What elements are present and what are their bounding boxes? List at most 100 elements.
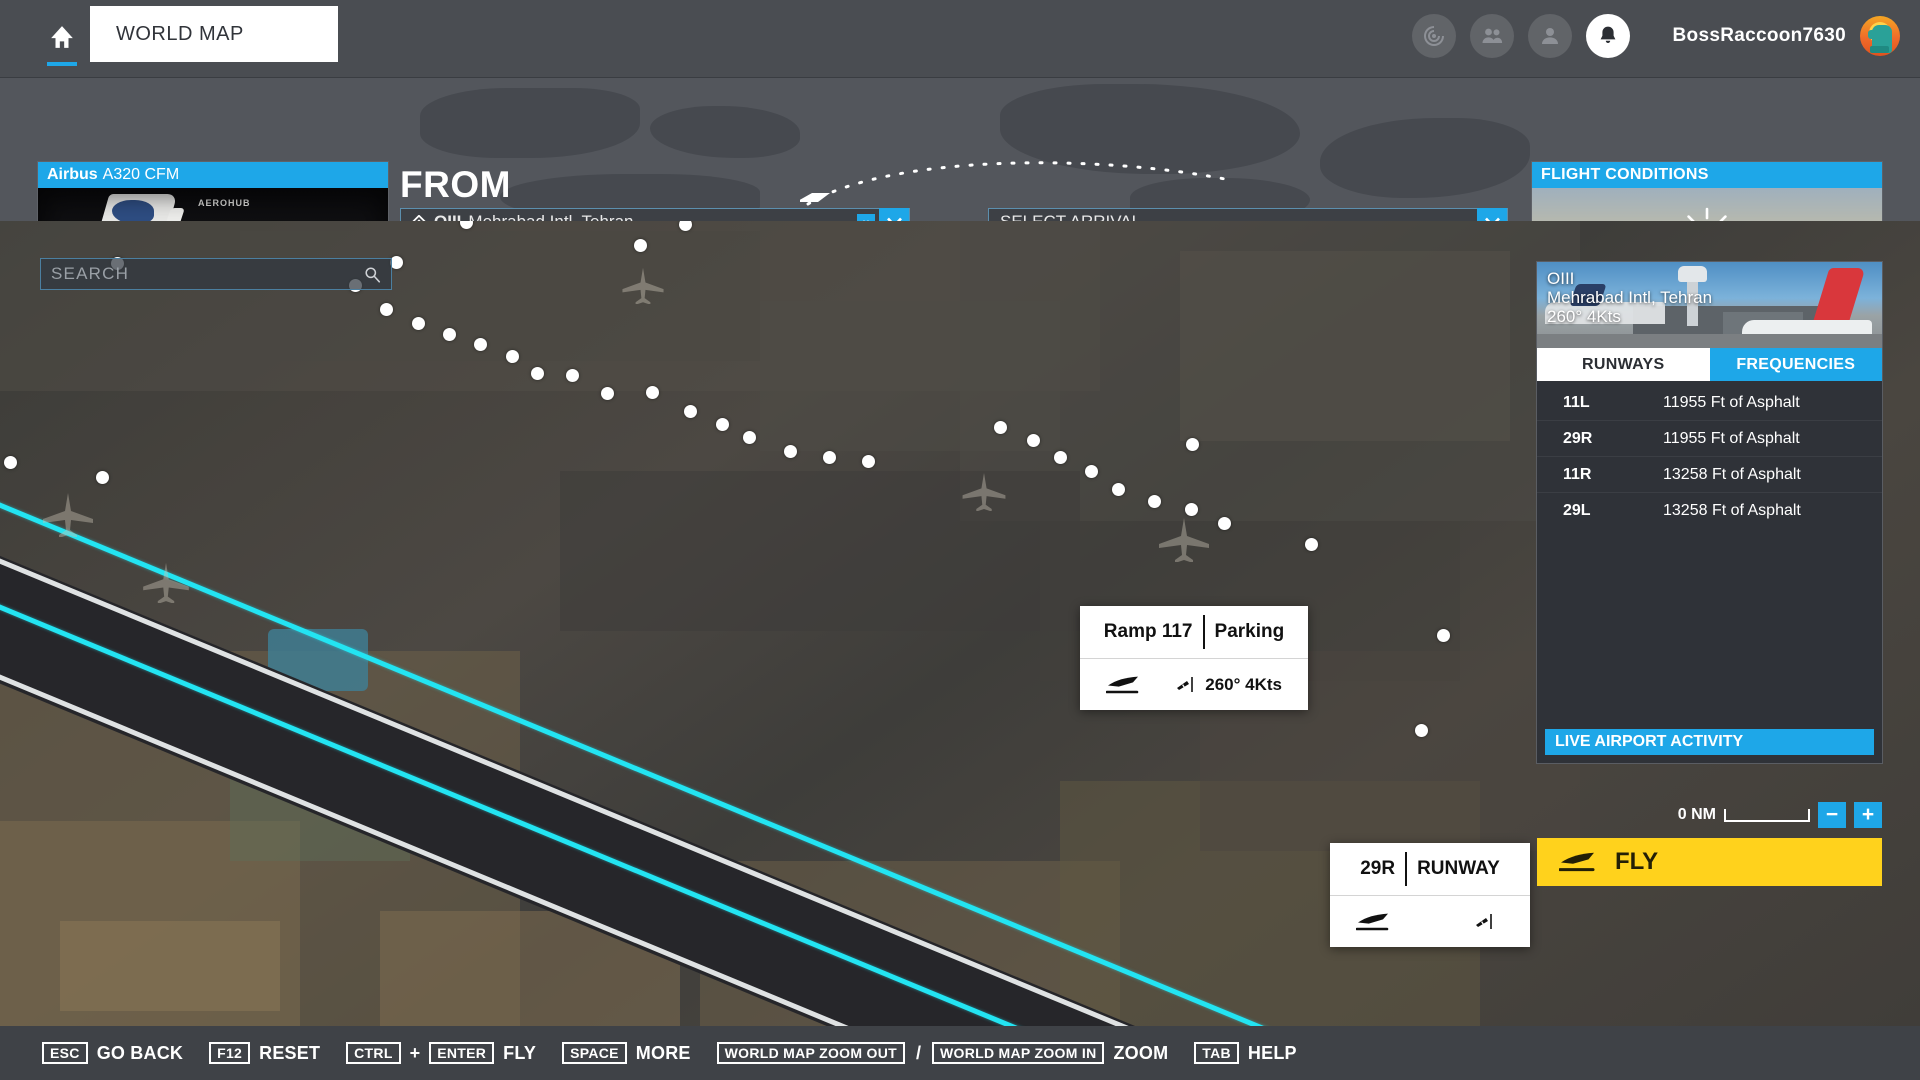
arrival-dropdown-chevron[interactable] (1477, 208, 1507, 221)
parking-spot-dot[interactable] (716, 418, 729, 431)
aircraft-livery-text: AEROHUB (198, 198, 251, 208)
user-profile-button[interactable]: BossRaccoon7630 (1673, 16, 1900, 56)
parking-spot-dot[interactable] (601, 387, 614, 400)
parking-spot-dot green[interactable] (1186, 438, 1199, 451)
search-input[interactable] (51, 264, 364, 284)
windsock-icon (1476, 913, 1492, 929)
runway-description: 11955 Ft of Asphalt (1663, 429, 1800, 447)
home-button[interactable] (40, 18, 84, 66)
parking-spot-dot[interactable] (823, 451, 836, 464)
parking-spot-dot[interactable] (1054, 451, 1067, 464)
runway-description: 13258 Ft of Asphalt (1663, 502, 1801, 519)
tooltip-header: Ramp 117 Parking (1080, 606, 1308, 658)
parking-spot-dot[interactable] (634, 239, 647, 252)
table-row[interactable]: 29R 11955 Ft of Asphalt (1537, 421, 1882, 457)
hotkey-zoom[interactable]: WORLD MAP ZOOM OUT / WORLD MAP ZOOM IN Z… (716, 1041, 1169, 1065)
tooltip-subtitle: RUNWAY (1417, 858, 1500, 879)
tab-frequencies[interactable]: FREQUENCIES (1709, 348, 1882, 381)
parking-spot-dot[interactable] (743, 431, 756, 444)
parking-spot-dot[interactable] (443, 328, 456, 341)
zoom-out-button[interactable]: − (1818, 802, 1846, 828)
parking-spot-dot[interactable] (994, 421, 1007, 434)
flight-planner-bar: Airbus A320 CFM AEROHUB FROM TO OIII Meh… (0, 78, 1920, 221)
parking-spot-dot[interactable] (1027, 434, 1040, 447)
tab-runways[interactable]: RUNWAYS (1537, 348, 1710, 381)
parking-spot-dot[interactable] (1112, 483, 1125, 496)
airport-icao: OIII (1547, 269, 1575, 288)
hotkey-more[interactable]: SPACE MORE (562, 1041, 691, 1065)
table-row[interactable]: 11R 13258 Ft of Asphalt (1537, 457, 1882, 493)
map-scale-bar (1724, 808, 1810, 822)
key-cap: F12 (209, 1041, 251, 1065)
parking-spot-dot[interactable] (4, 456, 17, 469)
parking-spot-dot[interactable] (1148, 495, 1161, 508)
tooltip-ramp-117[interactable]: Ramp 117 Parking 260° 4Kts (1080, 606, 1308, 710)
parking-spot-dot[interactable] (1415, 724, 1428, 737)
parking-spot-dot[interactable] (1085, 465, 1098, 478)
notifications-icon (1600, 26, 1616, 43)
top-navigation-bar: WORLD MAP BossRaccoon7630 (0, 0, 1920, 78)
hotkey-label: GO BACK (96, 1042, 184, 1063)
parking-spot-dot[interactable] (566, 369, 579, 382)
flight-conditions-card[interactable]: FLIGHT CONDITIONS (1532, 162, 1882, 221)
chevron-down-icon (886, 217, 902, 221)
table-row[interactable]: 11L 11955 Ft of Asphalt (1537, 385, 1882, 421)
search-bar[interactable] (40, 258, 392, 290)
parking-spot-dot[interactable] (784, 445, 797, 458)
map-scale-and-zoom: 0 NM − + (1537, 800, 1882, 830)
departure-icao: OIII (434, 212, 461, 221)
hotkey-go-back[interactable]: ESC GO BACK (42, 1041, 184, 1065)
tooltip-title: Ramp 117 (1103, 621, 1193, 642)
aircraft-card[interactable]: Airbus A320 CFM AEROHUB (38, 162, 388, 221)
key-cap: ESC (42, 1041, 88, 1065)
tab-world-map[interactable]: WORLD MAP (90, 6, 338, 62)
profile-icon-button[interactable] (1528, 14, 1572, 58)
username-label: BossRaccoon7630 (1672, 25, 1846, 46)
parking-spot-dot[interactable] (1218, 517, 1231, 530)
takeoff-plane-icon (1106, 676, 1139, 693)
parking-spot-dot[interactable] (684, 405, 697, 418)
hotkey-help[interactable]: TAB HELP (1194, 1041, 1297, 1065)
tooltip-divider (1202, 615, 1205, 649)
runway-id: 11R (1563, 465, 1592, 483)
map-scale-label: 0 NM (1677, 806, 1716, 823)
avatar (1860, 16, 1900, 56)
parking-spot-dot[interactable] (96, 471, 109, 484)
runway-description: 13258 Ft of Asphalt (1663, 465, 1801, 483)
parking-spot-dot[interactable] (1305, 538, 1318, 551)
live-airport-activity-button[interactable]: LIVE AIRPORT ACTIVITY (1545, 729, 1874, 755)
notifications-icon-button[interactable] (1586, 14, 1630, 58)
tooltip-wind: 260° 4Kts (1176, 675, 1282, 695)
radar-icon-button[interactable] (1412, 14, 1456, 58)
home-active-underline (47, 62, 77, 66)
parking-spot-dot[interactable] (862, 455, 875, 468)
parking-spot-dot[interactable] (412, 317, 425, 330)
parking-spot-dot[interactable] (1437, 629, 1450, 642)
tooltip-details: 260° 4Kts (1080, 658, 1308, 710)
fly-button[interactable]: FLY (1537, 838, 1882, 886)
parking-spot-dot[interactable] (506, 350, 519, 363)
arrival-airport-select[interactable]: SELECT ARRIVAL (988, 208, 1508, 221)
departure-dropdown-chevron[interactable] (879, 208, 909, 221)
parking-spot-dot[interactable] (646, 386, 659, 399)
table-row[interactable]: 29L 13258 Ft of Asphalt (1537, 493, 1882, 529)
parked-aircraft-silhouette (962, 473, 1006, 511)
parking-spot-dot[interactable] (474, 338, 487, 351)
clear-departure-button[interactable]: x (857, 214, 875, 221)
tooltip-runway-29r[interactable]: 29R RUNWAY (1330, 843, 1530, 947)
airport-photo: OIII Mehrabad Intl, Tehran 260° 4Kts (1537, 262, 1882, 348)
hotkey-reset[interactable]: F12 RESET (209, 1041, 320, 1065)
tab-frequencies-label: FREQUENCIES (1736, 355, 1856, 373)
friends-icon-button[interactable] (1470, 14, 1514, 58)
zoom-in-button[interactable]: + (1854, 802, 1882, 828)
parked-aircraft-silhouette (43, 493, 93, 537)
parking-spot-dot[interactable] (380, 303, 393, 316)
hotkey-fly[interactable]: CTRL + ENTER FLY (346, 1041, 536, 1065)
key-joiner: + (409, 1042, 421, 1063)
parking-spot-dot[interactable] (531, 367, 544, 380)
friends-icon (1482, 28, 1503, 43)
departure-airport-select[interactable]: OIII Mehrabad Intl, Tehran x (400, 208, 910, 221)
tab-world-map-label: WORLD MAP (116, 22, 244, 45)
windsock-icon (1177, 676, 1194, 692)
parking-spot-dot[interactable] (1185, 503, 1198, 516)
